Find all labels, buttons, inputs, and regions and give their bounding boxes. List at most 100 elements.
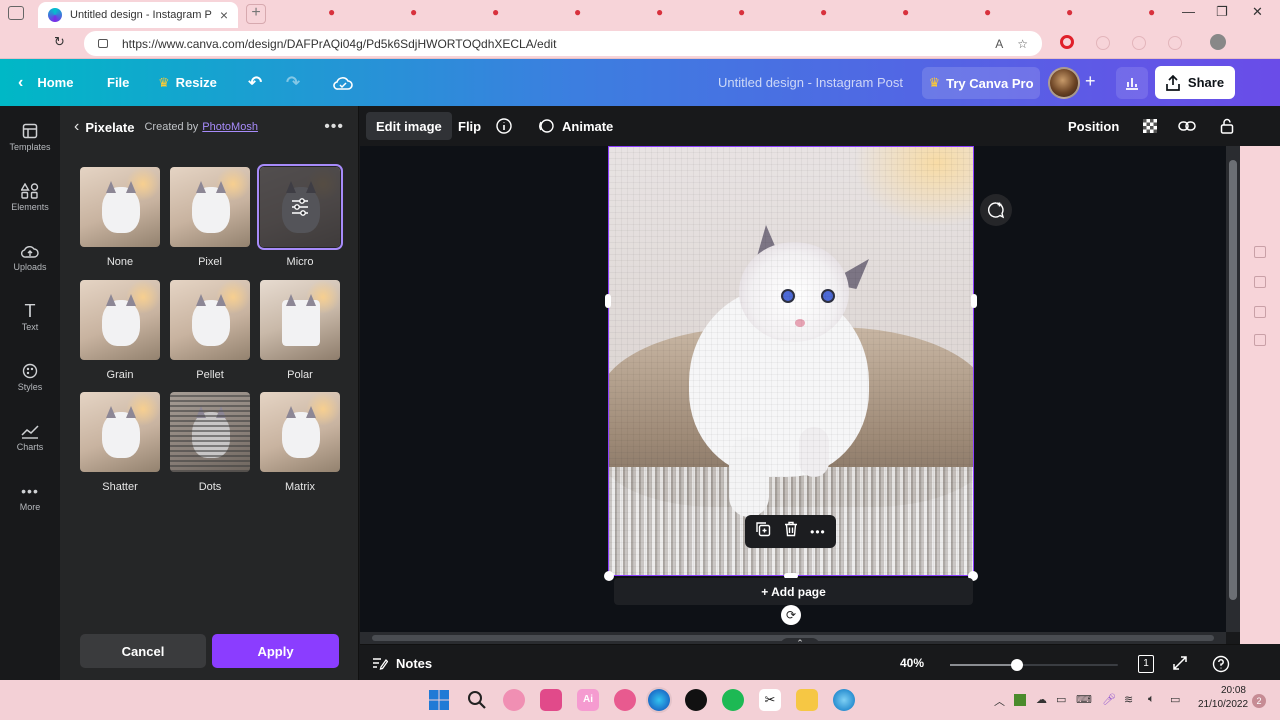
search-icon[interactable] — [466, 689, 488, 711]
effect-grain[interactable]: Grain — [80, 280, 160, 390]
zoom-level[interactable]: 40% — [900, 645, 924, 681]
resize-handle-right[interactable] — [971, 294, 977, 308]
home-button[interactable]: ‹ Home — [18, 59, 73, 106]
refresh-page-icon[interactable]: ⟳ — [781, 605, 801, 625]
chat-app-icon[interactable] — [614, 689, 636, 711]
read-aloud-icon[interactable]: A — [995, 37, 1003, 51]
duplicate-icon[interactable] — [755, 521, 771, 542]
minimize-icon[interactable]: — — [1182, 4, 1195, 19]
animate-button[interactable]: Animate — [528, 112, 623, 140]
position-button[interactable]: Position — [1058, 112, 1129, 140]
vertical-scrollbar[interactable] — [1226, 146, 1240, 632]
window-close-icon[interactable]: ✕ — [1252, 4, 1263, 20]
rail-templates[interactable]: Templates — [0, 120, 60, 170]
effect-matrix[interactable]: Matrix — [260, 392, 340, 502]
volume-icon[interactable]: 🔈︎ — [1148, 693, 1155, 706]
user-avatar[interactable] — [1048, 67, 1080, 99]
refresh-icon[interactable]: ↻ — [54, 34, 65, 50]
app-icon[interactable] — [685, 689, 707, 711]
edit-image-button[interactable]: Edit image — [366, 112, 452, 140]
page-count-button[interactable]: 1 — [1138, 655, 1154, 673]
opera-extension-icon[interactable] — [1060, 35, 1074, 49]
address-bar[interactable]: https://www.canva.com/design/DAFPrAQi04g… — [84, 31, 1042, 56]
file-menu-button[interactable]: File — [107, 59, 129, 106]
add-page-button[interactable]: + Add page — [614, 578, 973, 605]
help-icon[interactable] — [1212, 655, 1230, 676]
effect-micro[interactable]: Micro — [257, 164, 343, 277]
share-button[interactable]: Share — [1155, 66, 1235, 99]
restore-icon[interactable]: ❐ — [1216, 4, 1228, 20]
trash-icon[interactable] — [784, 521, 798, 542]
effect-polar[interactable]: Polar — [260, 280, 340, 390]
design-canvas[interactable]: ••• + Add page ⟳ — [360, 146, 1226, 632]
transparency-icon[interactable] — [1132, 112, 1168, 140]
rail-more[interactable]: ••• More — [0, 480, 60, 530]
sidebar-app-icon[interactable] — [1254, 276, 1266, 288]
resize-handle-bottom-left[interactable] — [604, 571, 614, 581]
more-options-icon[interactable]: ••• — [810, 525, 826, 539]
resize-button[interactable]: ♛ Resize — [158, 59, 217, 106]
cancel-button[interactable]: Cancel — [80, 634, 206, 668]
extension-icon[interactable] — [1168, 36, 1182, 50]
app-icon[interactable] — [833, 689, 855, 711]
url-text[interactable]: https://www.canva.com/design/DAFPrAQi04g… — [122, 37, 981, 51]
resize-handle-left[interactable] — [605, 294, 611, 308]
zoom-slider-knob[interactable] — [1011, 659, 1023, 671]
spotify-icon[interactable] — [722, 689, 744, 711]
analytics-icon[interactable] — [1116, 67, 1148, 99]
flip-button[interactable]: Flip — [448, 112, 491, 140]
microphone-icon[interactable]: 🎤︎ — [1102, 693, 1116, 706]
browser-tab-active[interactable]: Untitled design - Instagram Post × — [38, 2, 238, 28]
zoom-slider[interactable] — [950, 659, 1118, 671]
rail-text[interactable]: T Text — [0, 300, 60, 350]
nvidia-icon[interactable] — [1014, 694, 1026, 706]
cloud-icon[interactable]: ☁ — [1036, 693, 1047, 706]
fullscreen-icon[interactable] — [1172, 655, 1188, 674]
rail-uploads[interactable]: Uploads — [0, 240, 60, 290]
undo-icon[interactable]: ↶ — [248, 59, 262, 106]
try-canva-pro-button[interactable]: ♛ Try Canva Pro — [922, 67, 1040, 99]
panel-more-icon[interactable]: ••• — [324, 118, 344, 136]
rail-charts[interactable]: Charts — [0, 420, 60, 470]
apply-button[interactable]: Apply — [212, 634, 339, 668]
battery-icon[interactable]: ▭ — [1170, 693, 1180, 706]
creator-link[interactable]: PhotoMosh — [202, 121, 258, 133]
tray-chevron-icon[interactable]: ︿ — [994, 693, 1005, 709]
tab-actions-icon[interactable] — [8, 6, 24, 20]
clock[interactable]: 20:08 21/10/2022 — [1198, 684, 1248, 712]
back-chevron-icon[interactable]: ‹ — [74, 118, 79, 136]
redo-icon[interactable]: ↷ — [286, 59, 300, 106]
effect-none[interactable]: None — [80, 167, 160, 277]
notification-badge[interactable]: 2 — [1252, 694, 1266, 708]
effect-pellet[interactable]: Pellet — [170, 280, 250, 390]
link-icon[interactable] — [1168, 112, 1206, 140]
sidebar-app-icon[interactable] — [1254, 334, 1266, 346]
rail-elements[interactable]: Elements — [0, 180, 60, 230]
new-tab-button[interactable]: + — [246, 4, 266, 24]
add-collaborator-icon[interactable]: + — [1085, 71, 1096, 92]
rail-styles[interactable]: Styles — [0, 360, 60, 410]
favorite-star-icon[interactable]: ☆ — [1017, 37, 1028, 51]
profile-avatar[interactable] — [1210, 34, 1226, 50]
app-icon[interactable] — [540, 689, 562, 711]
vertical-scrollbar-thumb[interactable] — [1229, 160, 1237, 600]
windows-start-icon[interactable] — [428, 689, 450, 711]
extension-icon[interactable] — [1132, 36, 1146, 50]
design-page[interactable] — [608, 146, 974, 576]
effect-pixel[interactable]: Pixel — [170, 167, 250, 277]
sidebar-app-icon[interactable] — [1254, 306, 1266, 318]
wifi-icon[interactable]: ≋ — [1124, 693, 1133, 706]
keyboard-icon[interactable]: ⌨ — [1076, 693, 1092, 706]
adjust-overlay[interactable] — [260, 167, 340, 247]
app-icon[interactable] — [503, 689, 525, 711]
edge-browser-icon[interactable] — [646, 687, 672, 713]
file-explorer-icon[interactable] — [796, 689, 818, 711]
network-icon[interactable]: ▭ — [1056, 693, 1066, 706]
document-title[interactable]: Untitled design - Instagram Post — [718, 59, 903, 106]
add-comment-icon[interactable] — [980, 194, 1012, 226]
notes-button[interactable]: Notes — [372, 645, 432, 681]
sidebar-app-icon[interactable] — [1254, 246, 1266, 258]
tab-close-icon[interactable]: × — [220, 7, 228, 23]
lock-icon[interactable] — [1210, 112, 1244, 140]
info-icon[interactable] — [486, 112, 522, 140]
